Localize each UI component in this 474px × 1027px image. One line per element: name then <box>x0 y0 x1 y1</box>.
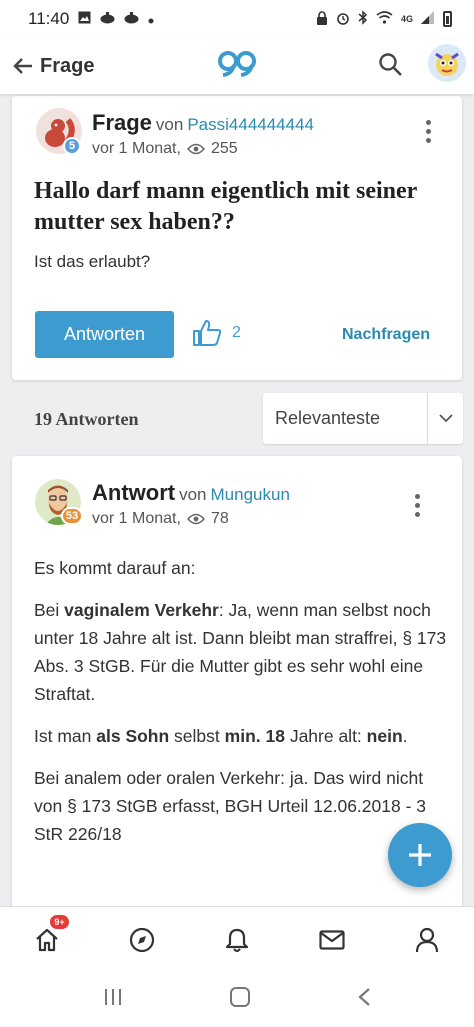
page-title: Frage <box>40 54 95 77</box>
sort-selected-value: Relevanteste <box>275 408 381 428</box>
question-card: 5 Frage von Passi444444444 vor 1 Monat, 25… <box>12 96 462 380</box>
back-button[interactable] <box>10 53 36 79</box>
user-icon <box>415 927 438 952</box>
question-title: Hallo darf mann eigentlich mit seiner mu… <box>34 178 417 235</box>
bluetooth-icon <box>358 10 368 28</box>
answer-author-link[interactable]: Mungukun <box>211 485 290 504</box>
answer-level-badge: 53 <box>61 507 83 525</box>
back-chevron-icon <box>358 988 370 1006</box>
recent-apps-button[interactable] <box>103 988 123 1011</box>
app-notification-icon <box>100 11 115 27</box>
like-count: 2 <box>232 324 241 341</box>
answer-paragraph: Es kommt darauf an: <box>34 558 196 578</box>
back-arrow-icon <box>13 58 32 74</box>
search-icon <box>379 53 402 76</box>
more-notifications-dot-icon <box>148 12 154 27</box>
eye-icon <box>186 143 205 155</box>
lock-icon <box>316 10 328 28</box>
question-von-label: von <box>155 115 184 134</box>
question-level-badge: 5 <box>63 137 81 155</box>
wifi-icon <box>376 11 393 27</box>
answer-heading: Antwort von Mungukun <box>92 480 290 506</box>
answer-views: 78 <box>210 510 229 527</box>
home-notification-badge: 9+ <box>49 913 70 930</box>
nav-profile[interactable] <box>407 920 447 960</box>
sort-toggle[interactable] <box>427 393 463 444</box>
nav-explore[interactable] <box>122 920 162 960</box>
answer-meta: vor 1 Monat, 78 <box>92 510 229 528</box>
thumbs-up-icon <box>193 320 222 346</box>
question-age: vor 1 Monat, <box>92 140 181 157</box>
bell-icon <box>225 928 249 952</box>
status-time: 11:40 <box>28 9 70 28</box>
nav-home[interactable]: 9+ <box>27 913 70 960</box>
recent-apps-icon <box>105 989 121 1005</box>
question-heading: Frage von Passi444444444 <box>92 110 314 136</box>
mail-icon <box>319 929 345 950</box>
home-icon <box>36 928 59 951</box>
answer-von-label: von <box>179 485 207 504</box>
nav-notifications[interactable] <box>217 920 257 960</box>
question-meta: vor 1 Monat, 255 <box>92 140 238 158</box>
answer-body: Es kommt darauf an: Bei vaginalem Verkeh… <box>34 554 449 862</box>
nav-messages[interactable] <box>312 920 352 960</box>
answer-paragraph: Bei vaginalem Verkehr: Ja, wenn man selb… <box>34 600 447 704</box>
question-body: Ist das erlaubt? <box>34 252 151 271</box>
home-circle-icon <box>230 987 250 1007</box>
compass-icon <box>130 927 155 952</box>
question-author-link[interactable]: Passi444444444 <box>187 115 314 134</box>
app-bar: Frage <box>0 38 474 94</box>
chevron-down-icon <box>438 414 453 423</box>
sort-dropdown[interactable]: Relevanteste <box>263 393 463 444</box>
search-button[interactable] <box>378 52 404 83</box>
alarm-icon <box>336 11 350 28</box>
network-type-label: 4G <box>400 14 413 24</box>
answer-more-button[interactable] <box>407 494 427 517</box>
answer-paragraph: Ist man als Sohn selbst min. 18 Jahre al… <box>34 726 408 746</box>
home-system-button[interactable] <box>229 986 251 1013</box>
back-system-button[interactable] <box>357 987 371 1012</box>
question-kind-label: Frage <box>92 110 152 135</box>
gallery-notification-icon <box>78 11 91 27</box>
answer-kind-label: Antwort <box>92 480 176 505</box>
system-nav-bar <box>0 972 474 1027</box>
like-button[interactable]: 2 <box>192 319 241 347</box>
plus-icon <box>409 844 431 866</box>
question-more-button[interactable] <box>418 120 438 143</box>
gf-logo-icon[interactable] <box>217 50 257 83</box>
ask-question-link[interactable]: Nachfragen <box>342 326 430 344</box>
eye-icon <box>186 513 205 525</box>
answer-paragraph: Bei analem oder oralen Verkehr: ja. Das … <box>34 768 427 844</box>
signal-icon <box>421 11 435 27</box>
battery-icon <box>443 11 452 27</box>
question-views: 255 <box>210 140 238 157</box>
new-question-fab[interactable] <box>388 823 452 887</box>
app-notification-icon-2 <box>124 11 139 27</box>
status-bar: 11:40 4G <box>0 0 474 38</box>
answers-count-label: 19 Antworten <box>34 409 139 429</box>
answer-age: vor 1 Monat, <box>92 510 181 527</box>
profile-avatar[interactable] <box>428 44 466 82</box>
bottom-nav: 9+ <box>0 906 474 972</box>
answer-button[interactable]: Antworten <box>35 311 174 358</box>
